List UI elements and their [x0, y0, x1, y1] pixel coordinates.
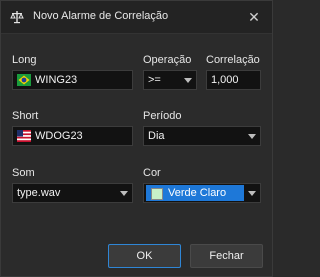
ok-button[interactable]: OK — [108, 244, 181, 268]
chevron-down-icon — [120, 191, 128, 196]
color-swatch — [151, 188, 163, 200]
operation-value: >= — [148, 74, 161, 86]
chevron-down-icon — [184, 78, 192, 83]
sound-dropdown[interactable]: type.wav — [12, 183, 133, 203]
operation-label: Operação — [143, 54, 192, 66]
usa-flag-icon — [17, 130, 31, 142]
long-symbol-value: WING23 — [35, 74, 78, 86]
period-dropdown[interactable]: Dia — [143, 126, 261, 146]
chevron-down-icon — [248, 134, 256, 139]
window-title: Novo Alarme de Correlação — [33, 10, 169, 22]
color-value: Verde Claro — [168, 187, 227, 199]
long-symbol-field[interactable]: WING23 — [12, 70, 133, 90]
long-label: Long — [12, 54, 37, 66]
sound-label: Som — [12, 167, 35, 179]
close-button[interactable]: Fechar — [190, 244, 263, 268]
period-label: Período — [143, 110, 182, 122]
correlation-input[interactable]: 1,000 — [206, 70, 261, 90]
sound-value: type.wav — [17, 187, 61, 199]
color-selection-highlight: Verde Claro — [146, 185, 244, 201]
color-dropdown[interactable]: Verde Claro — [143, 183, 261, 203]
brazil-flag-icon — [17, 74, 31, 86]
title-bar[interactable]: Novo Alarme de Correlação ✕ — [1, 1, 272, 34]
short-symbol-value: WDOG23 — [35, 130, 83, 142]
correlation-label: Correlação — [206, 54, 260, 66]
period-value: Dia — [148, 130, 165, 142]
operation-dropdown[interactable]: >= — [143, 70, 197, 90]
short-symbol-field[interactable]: WDOG23 — [12, 126, 133, 146]
correlation-alarm-dialog: Novo Alarme de Correlação ✕ Long WING23 … — [0, 0, 273, 277]
correlation-value: 1,000 — [211, 74, 239, 86]
close-icon[interactable]: ✕ — [246, 9, 262, 25]
chevron-down-icon — [248, 191, 256, 196]
short-label: Short — [12, 110, 39, 122]
scale-icon — [10, 11, 24, 24]
color-label: Cor — [143, 167, 161, 179]
